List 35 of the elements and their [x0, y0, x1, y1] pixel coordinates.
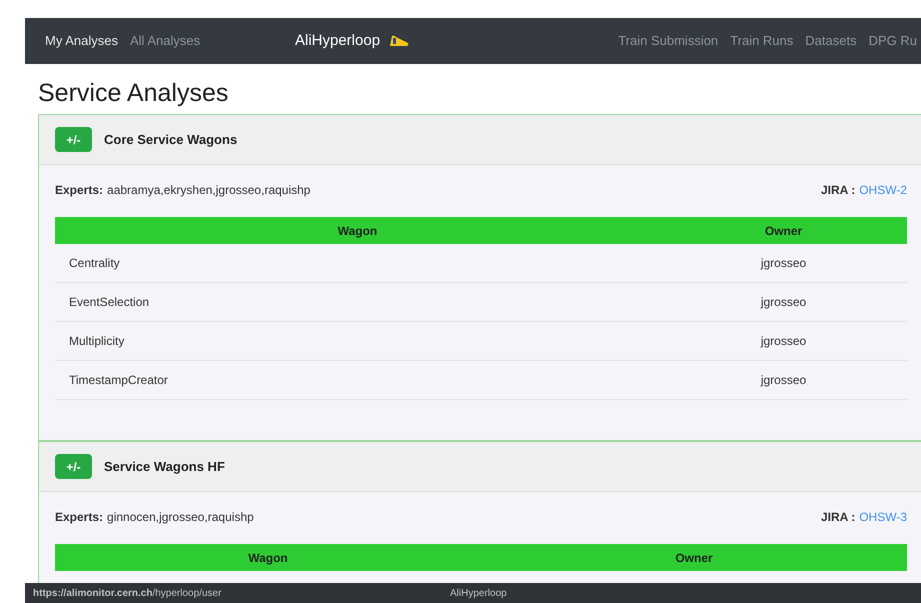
- toggle-button[interactable]: +/-: [55, 454, 92, 479]
- experts-label: Experts:: [55, 509, 104, 526]
- train-logo-icon: [388, 34, 410, 48]
- section-title: Core Service Wagons: [104, 130, 238, 149]
- brand-title[interactable]: AliHyperloop: [295, 30, 380, 52]
- nav-link[interactable]: DPG Ru: [868, 31, 917, 51]
- section-title: Service Wagons HF: [104, 458, 225, 476]
- table-cell-text: TimestampCreator: [68, 372, 169, 389]
- page-title: Service Analyses: [38, 78, 230, 108]
- table-cell-text: jgrosseo: [760, 372, 808, 389]
- column-header: Wagon: [247, 550, 289, 566]
- column-header: Owner: [764, 222, 804, 240]
- experts-list: aabramya,ekryshen,jgrosseo,raquishp: [107, 181, 310, 199]
- experts-list: ginnocen,jgrosseo,raquishp: [107, 508, 254, 526]
- nav-link[interactable]: My Analyses: [45, 31, 118, 51]
- jira-link[interactable]: OHSW-2: [859, 181, 907, 199]
- jira-label: JIRA :: [820, 182, 856, 199]
- jira-label: JIRA :: [820, 509, 856, 526]
- nav-link[interactable]: Train Submission: [618, 31, 718, 51]
- nav-link[interactable]: All Analyses: [130, 31, 200, 51]
- table-cell-text: Multiplicity: [68, 333, 126, 350]
- nav-link[interactable]: Train Runs: [730, 31, 794, 51]
- jira-link[interactable]: OHSW-3: [859, 508, 907, 526]
- table-cell-text: Centrality: [68, 255, 121, 272]
- status-url: https://alimonitor.cern.ch/hyperloop/user: [33, 586, 222, 600]
- nav-link[interactable]: Datasets: [805, 31, 857, 51]
- column-header: Owner: [674, 550, 714, 566]
- table-cell-text: jgrosseo: [760, 255, 808, 272]
- experts-label: Experts:: [55, 182, 104, 199]
- table-cell-text: jgrosseo: [760, 333, 808, 350]
- status-title: AliHyperloop: [450, 586, 507, 600]
- column-header: Wagon: [336, 222, 378, 240]
- toggle-button[interactable]: +/-: [55, 127, 92, 152]
- table-cell-text: jgrosseo: [760, 294, 808, 311]
- table-cell-text: EventSelection: [68, 294, 150, 311]
